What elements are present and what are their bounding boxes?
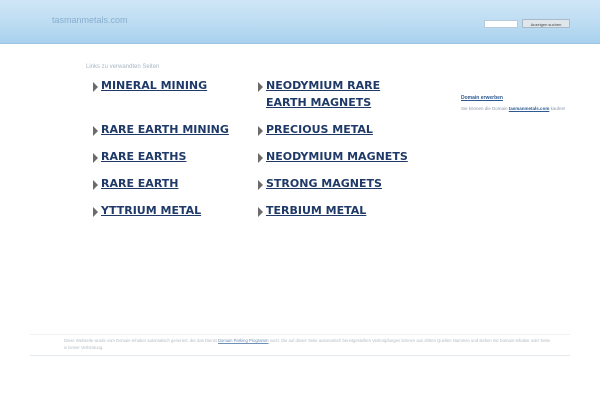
search-input[interactable]	[484, 20, 518, 28]
arrow-right-icon	[258, 207, 263, 217]
footer-parking-link[interactable]: Domain Parking Programm	[218, 338, 269, 343]
related-link-label[interactable]: MINERAL MINING	[101, 77, 207, 94]
related-link-label[interactable]: RARE EARTH MINING	[101, 121, 229, 138]
related-link-label[interactable]: YTTRIUM METAL	[101, 202, 201, 219]
related-link-neodymium-rare-earth-magnets[interactable]: NEODYMIUM RARE EARTH MAGNETS	[258, 77, 416, 111]
related-link-terbium-metal[interactable]: TERBIUM METAL	[258, 202, 416, 219]
related-link-label[interactable]: STRONG MAGNETS	[266, 175, 416, 192]
arrow-right-icon	[93, 82, 98, 92]
related-link-label[interactable]: NEODYMIUM MAGNETS	[266, 148, 416, 165]
related-link-label[interactable]: PRECIOUS METAL	[266, 121, 416, 138]
site-name[interactable]: tasmanmetals.com	[52, 15, 128, 25]
related-link-label[interactable]: TERBIUM METAL	[266, 202, 416, 219]
arrow-right-icon	[258, 153, 263, 163]
related-links-heading: Links zu verwandten Seiten	[86, 64, 160, 70]
related-link-precious-metal[interactable]: PRECIOUS METAL	[258, 121, 416, 138]
related-link-rare-earth[interactable]: RARE EARTH	[93, 175, 179, 192]
arrow-right-icon	[93, 180, 98, 190]
footer-disclaimer: Diese Webseite wurde vom Domain-Inhaber …	[64, 337, 554, 351]
footer-text-a: Diese Webseite wurde vom Domain-Inhaber …	[64, 338, 217, 343]
buy-domain-name-link[interactable]: tasmanmetals.com	[509, 106, 550, 111]
header-bar: tasmanmetals.com Anzeigen suchen	[0, 0, 600, 44]
buy-domain-link[interactable]: Domain erwerben	[461, 95, 503, 101]
related-link-rare-earth-mining[interactable]: RARE EARTH MINING	[93, 121, 229, 138]
buy-domain-text-prefix: Sie können die Domain	[461, 106, 508, 111]
related-link-neodymium-magnets[interactable]: NEODYMIUM MAGNETS	[258, 148, 416, 165]
arrow-right-icon	[258, 180, 263, 190]
related-link-label[interactable]: RARE EARTH	[101, 175, 179, 192]
related-link-yttrium-metal[interactable]: YTTRIUM METAL	[93, 202, 201, 219]
arrow-right-icon	[258, 82, 263, 92]
search-button[interactable]: Anzeigen suchen	[522, 19, 570, 28]
related-link-label[interactable]: NEODYMIUM RARE EARTH MAGNETS	[266, 77, 416, 111]
related-link-rare-earths[interactable]: RARE EARTHS	[93, 148, 186, 165]
footer-divider-top	[30, 334, 570, 335]
arrow-right-icon	[258, 126, 263, 136]
related-link-mineral-mining[interactable]: MINERAL MINING	[93, 77, 207, 94]
related-link-label[interactable]: RARE EARTHS	[101, 148, 186, 165]
arrow-right-icon	[93, 207, 98, 217]
buy-domain-text-suffix: kaufen!	[550, 106, 566, 111]
arrow-right-icon	[93, 126, 98, 136]
arrow-right-icon	[93, 153, 98, 163]
related-link-strong-magnets[interactable]: STRONG MAGNETS	[258, 175, 416, 192]
buy-domain-text: Sie können die Domain tasmanmetals.com k…	[461, 106, 565, 111]
footer-divider	[30, 355, 570, 356]
